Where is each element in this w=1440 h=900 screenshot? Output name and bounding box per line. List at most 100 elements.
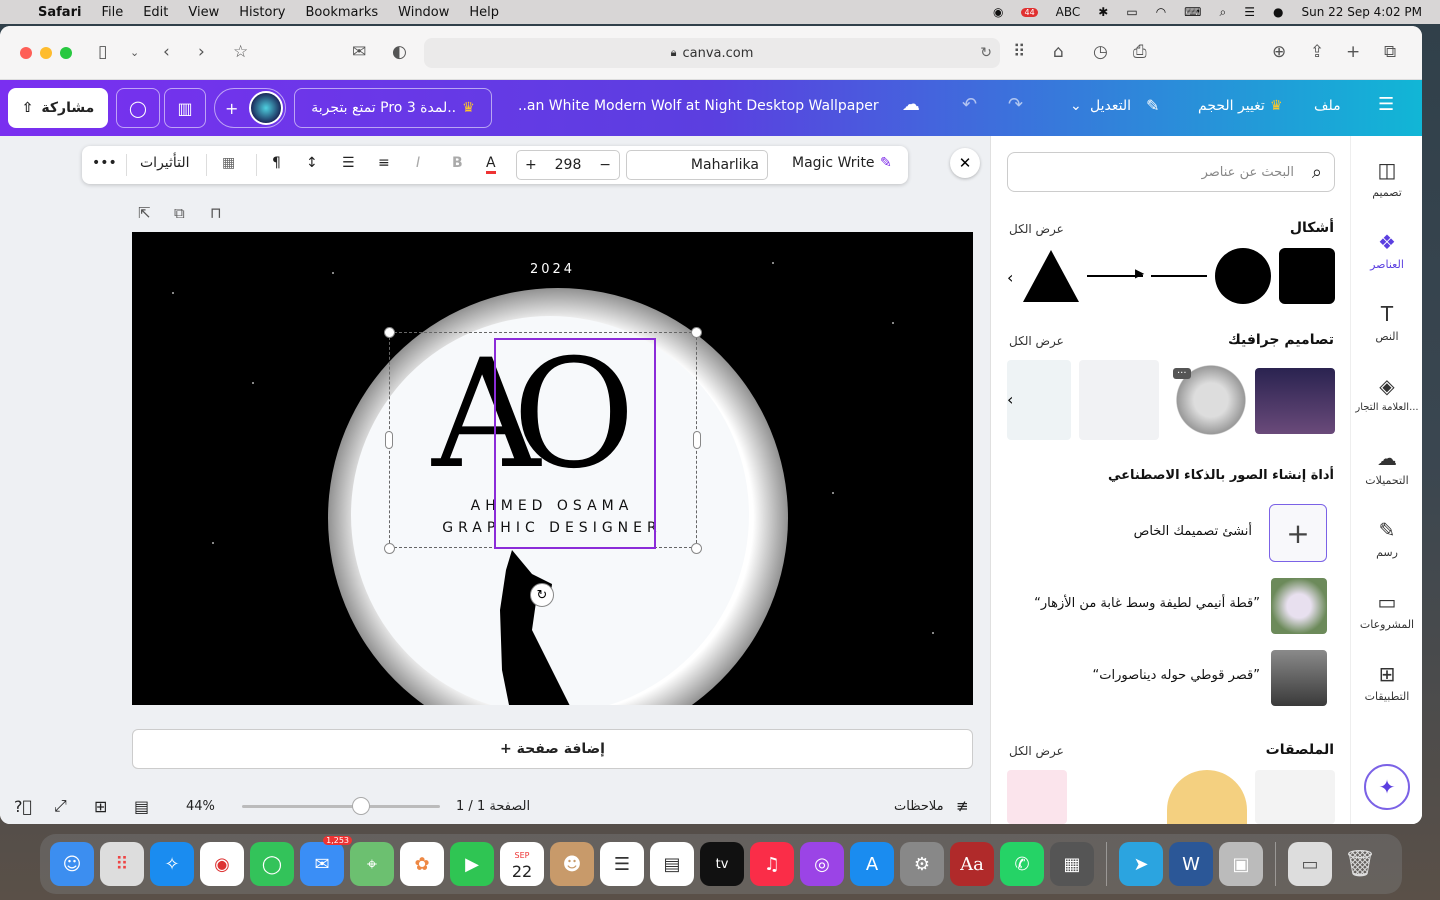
nav-projects[interactable]: ▭ المشروعات [1351,590,1422,631]
finder-icon[interactable]: ☺ [50,842,94,886]
edit-chevron-icon[interactable]: ⌄ [1070,98,1082,114]
maps-icon[interactable]: ⌖ [350,842,394,886]
magic-assistant-button[interactable]: ✦ [1364,764,1410,810]
resize-handle[interactable] [691,327,702,338]
tabs-overview-icon[interactable]: ⧉ [1384,42,1396,62]
nav-apps[interactable]: ⊞ التطبيقات [1351,662,1422,703]
sticker-tile[interactable] [1167,770,1247,824]
resize-handle[interactable] [384,543,395,554]
nav-uploads[interactable]: ☁ التحميلات [1351,446,1422,487]
minimize-window-button[interactable] [40,46,52,59]
zoom-window-button[interactable] [60,46,72,59]
line-shape[interactable] [1151,275,1207,277]
ai-prompt-cat[interactable]: “قطة أنيمي لطيفة وسط غابة من الأزهار” [1034,596,1260,611]
reminders-icon[interactable]: ☰ [600,842,644,886]
zoom-level[interactable]: 44% [186,799,215,814]
design-year[interactable]: 2024 [132,262,973,277]
siri-icon[interactable]: ● [1273,5,1283,19]
share-icon[interactable]: ⇪ [1310,42,1324,62]
font-size-stepper[interactable]: + 298 − [516,150,620,180]
decrease-size-icon[interactable]: − [599,157,611,173]
bold-button[interactable]: B [452,155,463,171]
nav-text[interactable]: T النص [1351,302,1422,343]
shapes-see-all[interactable]: عرض الكل [1009,222,1064,236]
rotate-handle-icon[interactable]: ↻ [530,583,554,607]
mail-icon[interactable]: ✉ [352,42,366,62]
resize-handle[interactable] [384,327,395,338]
nav-design[interactable]: ◫ تصميم [1351,158,1422,199]
appletv-icon[interactable]: tv [700,842,744,886]
page-counter[interactable]: الصفحة 1 / 1 [456,799,530,814]
facetime-icon[interactable]: ▶ [450,842,494,886]
italic-button[interactable]: I [416,155,420,171]
zoom-slider[interactable] [242,797,440,815]
comment-button[interactable]: ◯ [116,88,160,128]
print-icon[interactable]: ⎙ [1133,42,1147,62]
square-shape[interactable] [1279,248,1335,304]
trash-icon[interactable]: 🗑︎ [1338,842,1382,886]
menu-bookmarks[interactable]: Bookmarks [306,5,379,20]
graphics-see-all[interactable]: عرض الكل [1009,334,1064,348]
sticker-tile[interactable] [1255,770,1335,824]
home-icon[interactable]: ⌂ [1053,42,1064,62]
podcasts-icon[interactable]: ◎ [800,842,844,886]
mail-icon[interactable]: ✉ 1,253 [300,836,352,886]
cloud-save-icon[interactable]: ☁ [902,94,920,115]
castle-ai-thumbnail[interactable] [1271,650,1327,706]
safari-icon[interactable]: ✧ [150,842,194,886]
lock-page-icon[interactable]: ⊓ [210,204,222,222]
tile-more-button[interactable]: ··· [1173,368,1191,379]
notes-button[interactable]: ملاحظات [894,799,944,814]
create-own-label[interactable]: أنشئ تصميمك الخاص [1134,524,1252,539]
design-canvas[interactable]: 2024 AO AHMED OSAMA GRAPHIC DESIGNER ↻ [132,232,973,705]
transparency-icon[interactable]: ▦ [222,155,235,171]
undo-icon[interactable]: ↶ [962,94,977,115]
cat-ai-thumbnail[interactable] [1271,578,1327,634]
magic-write-button[interactable]: Magic Write [792,155,875,171]
wifi-icon[interactable]: ◠ [1156,5,1166,19]
effects-button[interactable]: التأثيرات [140,155,190,171]
stickers-see-all[interactable]: عرض الكل [1009,744,1064,758]
create-own-button[interactable]: + [1269,504,1327,562]
increase-size-icon[interactable]: + [525,157,537,173]
magic-wand-icon[interactable]: ✎ [880,155,892,171]
privacy-shield-icon[interactable]: ◐ [392,42,407,62]
resize-menu[interactable]: تغيير الحجم [1198,98,1265,114]
input-source[interactable]: ABC [1056,5,1081,19]
bluetooth-icon[interactable]: ✱ [1098,5,1108,19]
notes-app-icon[interactable]: ▤ [650,842,694,886]
side-handle[interactable] [693,431,701,449]
close-window-button[interactable] [20,46,32,59]
control-center-icon[interactable]: ☰ [1244,5,1255,19]
side-handle[interactable] [385,431,393,449]
grid-apps-icon[interactable]: ⠿ [1013,42,1025,62]
elements-search-input[interactable]: البحث عن عناصر ⌕ [1007,152,1335,192]
history-icon[interactable]: ◷ [1093,42,1108,62]
night-sky-graphic-tile[interactable] [1255,368,1335,434]
bookmark-star-icon[interactable]: ☆ [233,42,248,62]
keyboard-icon[interactable]: ⌨ [1184,5,1201,19]
edit-menu[interactable]: التعديل [1090,98,1131,114]
menu-file[interactable]: File [101,5,123,20]
nav-elements[interactable]: ❖ العناصر [1351,230,1422,271]
nav-draw[interactable]: ✎ رسم [1351,518,1422,559]
settings-icon[interactable]: ⚙ [900,842,944,886]
sidebar-icon[interactable]: ▯ [98,42,107,62]
chrome-icon[interactable]: ◉ [200,842,244,886]
battery-icon[interactable]: ▭ [1126,5,1137,19]
ai-prompt-castle[interactable]: “قصر قوطي حوله ديناصورات” [1092,668,1260,683]
font-size-value[interactable]: 298 [555,157,582,173]
nav-brand[interactable]: ◈ العلامة التجار... [1351,374,1422,413]
menu-window[interactable]: Window [398,5,449,20]
back-icon[interactable]: ‹ [163,42,170,62]
messages-icon[interactable]: ◯ [250,842,294,886]
notes-icon[interactable]: ≢ [956,797,969,815]
page-view-icon[interactable]: ▤ [134,797,149,816]
more-options-button[interactable]: ••• [92,155,117,171]
hamburger-menu-icon[interactable]: ☰ [1378,94,1394,115]
word-icon[interactable]: W [1169,842,1213,886]
menu-history[interactable]: History [239,5,285,20]
triangle-shape[interactable] [1023,250,1079,302]
shapes-scroll-left-icon[interactable]: ‹ [1007,268,1013,287]
calculator-icon[interactable]: ▦ [1050,842,1094,886]
